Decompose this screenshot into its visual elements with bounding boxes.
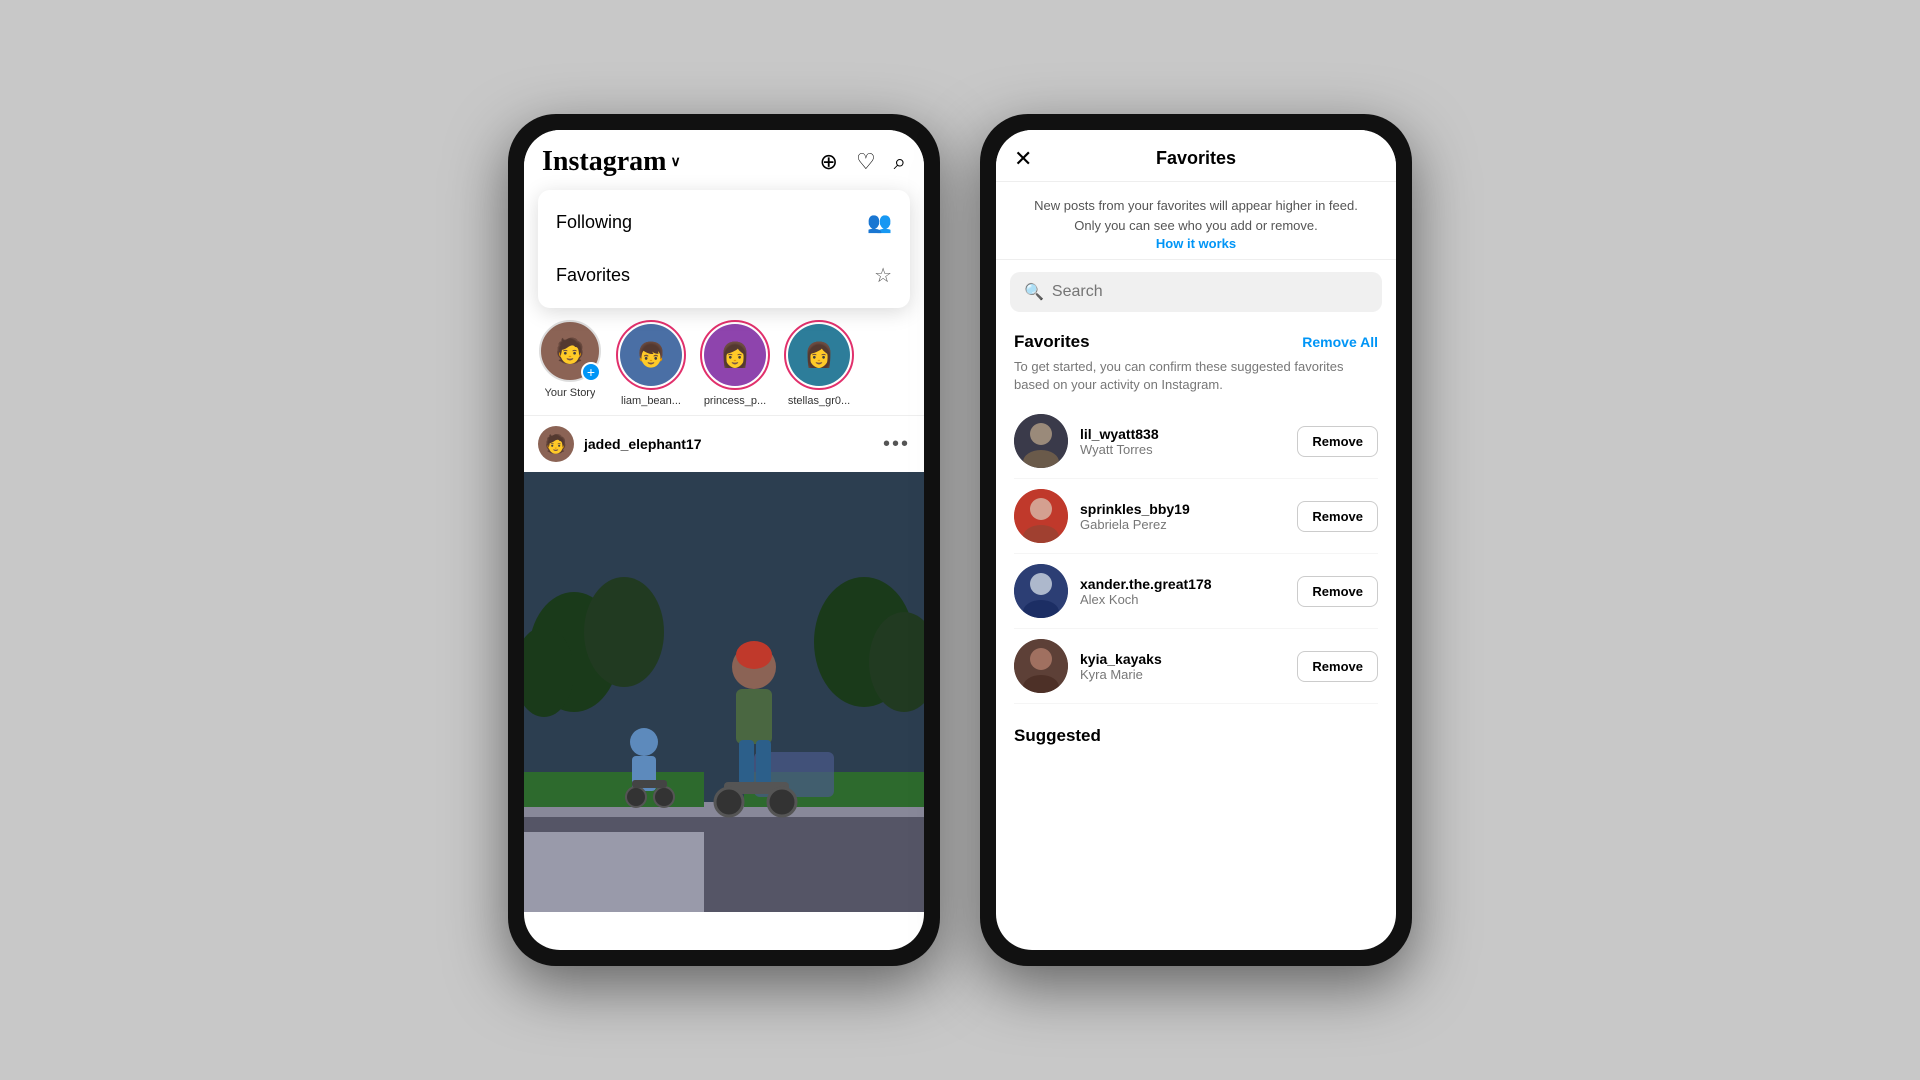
your-story-avatar: 🧑 + [539, 320, 601, 382]
favorites-label: Favorites [556, 265, 630, 286]
suggested-section: Suggested [996, 712, 1396, 746]
user-info-gabriela: sprinkles_bby19 Gabriela Perez [1080, 501, 1285, 532]
favorite-user-gabriela: sprinkles_bby19 Gabriela Perez Remove [1014, 479, 1378, 554]
favorite-user-wyatt: lil_wyatt838 Wyatt Torres Remove [1014, 404, 1378, 479]
left-phone: Instagram ∨ ⊕ ♡ ⌕ Following 👥 Favorites … [508, 114, 940, 966]
main-scene: Instagram ∨ ⊕ ♡ ⌕ Following 👥 Favorites … [508, 114, 1412, 966]
post-avatar: 🧑 [538, 426, 574, 462]
suggested-title: Suggested [1014, 726, 1101, 745]
username-xander: xander.the.great178 [1080, 576, 1285, 592]
search-magnifier-icon: 🔍 [1024, 282, 1044, 302]
post-username: jaded_elephant17 [584, 436, 702, 452]
story-ring-liam: 👦 [616, 320, 686, 390]
stories-row: 🧑 + Your Story 👦 liam_bean... 👩 princess [524, 308, 924, 416]
favorites-subtitle: To get started, you can confirm these su… [1014, 358, 1378, 394]
right-phone: ✕ Favorites New posts from your favorite… [980, 114, 1412, 966]
remove-gabriela-button[interactable]: Remove [1297, 501, 1378, 532]
story-avatar-princess: 👩 [704, 324, 766, 386]
favorites-menu-item[interactable]: Favorites ☆ [538, 249, 910, 302]
favorites-header: ✕ Favorites [996, 130, 1396, 182]
remove-all-button[interactable]: Remove All [1302, 334, 1378, 350]
add-icon[interactable]: ⊕ [820, 149, 838, 175]
story-name-liam: liam_bean... [621, 395, 681, 407]
logo-chevron[interactable]: ∨ [670, 154, 680, 171]
add-story-btn[interactable]: + [581, 362, 601, 382]
avatar-gabriela [1014, 489, 1068, 543]
your-story[interactable]: 🧑 + Your Story [538, 320, 602, 407]
close-button[interactable]: ✕ [1014, 146, 1032, 172]
story-princess[interactable]: 👩 princess_p... [700, 320, 770, 407]
story-name-stellas: stellas_gr0... [788, 395, 850, 407]
avatar-xander [1014, 564, 1068, 618]
following-menu-item[interactable]: Following 👥 [538, 196, 910, 249]
story-stellas[interactable]: 👩 stellas_gr0... [784, 320, 854, 407]
realname-xander: Alex Koch [1080, 592, 1285, 607]
post-more-btn[interactable]: ••• [883, 433, 910, 456]
user-info-kyra: kyia_kayaks Kyra Marie [1080, 651, 1285, 682]
star-icon: ☆ [874, 263, 892, 288]
story-liam[interactable]: 👦 liam_bean... [616, 320, 686, 407]
story-avatar-stellas: 👩 [788, 324, 850, 386]
feed-dropdown: Following 👥 Favorites ☆ [538, 190, 910, 308]
your-story-label: Your Story [545, 387, 596, 399]
story-name-princess: princess_p... [704, 395, 766, 407]
realname-kyra: Kyra Marie [1080, 667, 1285, 682]
user-info-wyatt: lil_wyatt838 Wyatt Torres [1080, 426, 1285, 457]
remove-xander-button[interactable]: Remove [1297, 576, 1378, 607]
search-bar[interactable]: 🔍 [1010, 272, 1382, 312]
user-info-xander: xander.the.great178 Alex Koch [1080, 576, 1285, 607]
favorites-section-title: Favorites [1014, 332, 1090, 352]
favorites-info-text: New posts from your favorites will appea… [1014, 196, 1378, 235]
username-wyatt: lil_wyatt838 [1080, 426, 1285, 442]
instagram-header: Instagram ∨ ⊕ ♡ ⌕ [524, 130, 924, 186]
favorite-user-kyra: kyia_kayaks Kyra Marie Remove [1014, 629, 1378, 704]
logo-text: Instagram [542, 146, 666, 178]
post-svg-art [524, 472, 924, 912]
search-icon[interactable]: ⌕ [894, 149, 906, 175]
remove-wyatt-button[interactable]: Remove [1297, 426, 1378, 457]
username-kyra: kyia_kayaks [1080, 651, 1285, 667]
favorites-title: Favorites [1156, 148, 1236, 169]
avatar-wyatt [1014, 414, 1068, 468]
post-header: 🧑 jaded_elephant17 ••• [524, 416, 924, 472]
post-image [524, 472, 924, 912]
story-ring-stellas: 👩 [784, 320, 854, 390]
favorites-section: Favorites Remove All To get started, you… [996, 324, 1396, 712]
realname-wyatt: Wyatt Torres [1080, 442, 1285, 457]
how-it-works-link[interactable]: How it works [1156, 236, 1236, 251]
header-icons: ⊕ ♡ ⌕ [820, 149, 907, 175]
favorites-section-header: Favorites Remove All [1014, 332, 1378, 352]
realname-gabriela: Gabriela Perez [1080, 517, 1285, 532]
favorites-info: New posts from your favorites will appea… [996, 182, 1396, 260]
post-user[interactable]: 🧑 jaded_elephant17 [538, 426, 702, 462]
search-input[interactable] [1052, 283, 1368, 301]
following-label: Following [556, 212, 632, 233]
people-icon: 👥 [867, 210, 892, 235]
remove-kyra-button[interactable]: Remove [1297, 651, 1378, 682]
right-screen: ✕ Favorites New posts from your favorite… [996, 130, 1396, 950]
heart-icon[interactable]: ♡ [856, 149, 876, 175]
favorite-user-xander: xander.the.great178 Alex Koch Remove [1014, 554, 1378, 629]
search-wrapper: 🔍 [996, 260, 1396, 324]
story-avatar-liam: 👦 [620, 324, 682, 386]
story-ring-princess: 👩 [700, 320, 770, 390]
username-gabriela: sprinkles_bby19 [1080, 501, 1285, 517]
instagram-logo[interactable]: Instagram ∨ [542, 146, 681, 178]
left-screen: Instagram ∨ ⊕ ♡ ⌕ Following 👥 Favorites … [524, 130, 924, 950]
avatar-kyra [1014, 639, 1068, 693]
